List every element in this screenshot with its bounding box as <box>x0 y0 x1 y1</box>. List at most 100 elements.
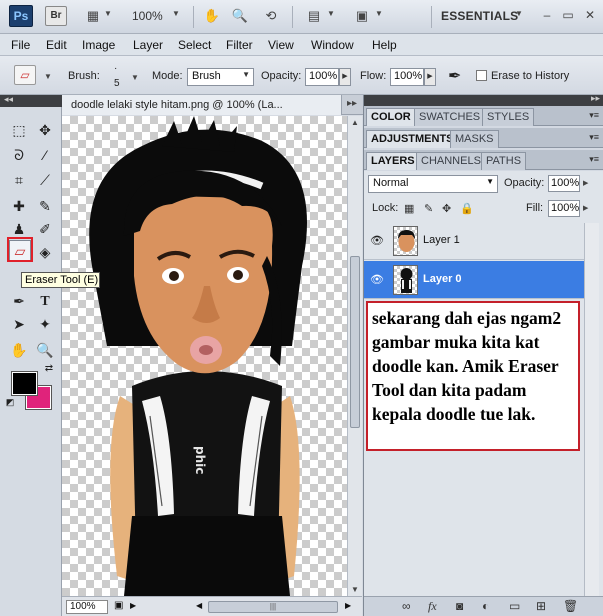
zoom-tool-icon[interactable]: 🔍 <box>34 340 56 361</box>
rotate-view-icon[interactable]: ⟲ <box>262 8 280 24</box>
expand-panels-icon[interactable]: ▸▸ <box>347 98 357 109</box>
visibility-eye-icon[interactable]: 👁 <box>370 273 384 286</box>
crop-tool-icon[interactable]: ⌗ <box>8 170 30 191</box>
mode-select[interactable]: Brush ▼ <box>187 68 254 86</box>
history-brush-tool-icon[interactable]: ✐ <box>34 219 56 240</box>
flow-field[interactable]: 100% <box>390 68 424 86</box>
layers-scrollbar[interactable] <box>584 223 599 596</box>
delete-layer-icon[interactable]: 🗑 <box>563 599 578 613</box>
menu-select[interactable]: Select <box>178 38 211 52</box>
hand-tool-icon[interactable]: ✋ <box>8 340 30 361</box>
document-tab[interactable]: doodle lelaki style hitam.png @ 100% (La… <box>62 95 342 115</box>
collapse-icon[interactable]: ▸▸ <box>591 93 600 104</box>
brush-picker-arrow[interactable]: ▼ <box>131 73 139 82</box>
arrange-documents-icon[interactable]: ▤ <box>305 8 323 24</box>
panel-menu-icon[interactable]: ▾≡ <box>589 132 599 143</box>
tab-swatches[interactable]: SWATCHES <box>414 108 486 126</box>
menu-view[interactable]: View <box>268 38 294 52</box>
lock-transparency-icon[interactable]: ▦ <box>404 202 414 215</box>
type-tool-icon[interactable]: T <box>34 291 56 312</box>
toolbox-header[interactable]: ◂◂ <box>0 94 62 107</box>
panel-dock-header[interactable]: ▸▸ <box>364 93 603 106</box>
flow-slider-arrow[interactable]: ▶ <box>424 68 436 86</box>
quick-selection-tool-icon[interactable]: ⁄ <box>34 145 56 166</box>
airbrush-icon[interactable]: ✒ <box>448 66 461 86</box>
eyedropper-tool-icon[interactable]: ⟋ <box>34 170 56 191</box>
vertical-scrollbar[interactable]: ▲ ▼ <box>347 116 362 596</box>
status-menu-arrow[interactable]: ▶ <box>130 601 136 610</box>
lock-image-icon[interactable]: ✎ <box>424 202 433 215</box>
opacity-slider-arrow[interactable]: ▶ <box>339 68 351 86</box>
collapse-icon[interactable]: ◂◂ <box>4 94 13 105</box>
spot-healing-tool-icon[interactable]: ✚ <box>8 196 30 217</box>
tab-masks[interactable]: MASKS <box>450 130 499 148</box>
scrollbar-thumb[interactable] <box>350 256 360 428</box>
maximize-button[interactable]: ▭ <box>560 7 576 23</box>
menu-help[interactable]: Help <box>372 38 397 52</box>
tab-styles[interactable]: STYLES <box>482 108 535 126</box>
foreground-color-swatch[interactable] <box>11 371 38 396</box>
lock-all-icon[interactable]: 🔒 <box>460 202 474 215</box>
tool-preset-picker[interactable]: ▱ <box>14 65 36 85</box>
default-colors-icon[interactable]: ◩ <box>5 396 15 408</box>
layer-row-selected[interactable]: 👁 Layer 0 <box>364 261 584 299</box>
erase-to-history-checkbox[interactable] <box>476 70 487 81</box>
custom-shape-tool-icon[interactable]: ✦ <box>34 314 56 335</box>
adjustment-layer-icon[interactable]: ◐ <box>482 599 489 613</box>
layer-opacity-arrow[interactable]: ▶ <box>583 175 591 192</box>
brush-tool-icon[interactable]: ✎ <box>34 196 56 217</box>
move-tool-icon[interactable]: ✥ <box>34 120 56 141</box>
chevron-down-icon[interactable]: ▼ <box>515 9 523 18</box>
add-mask-icon[interactable]: ◙ <box>456 599 463 613</box>
workspace-switcher[interactable]: ESSENTIALS <box>441 9 518 23</box>
marquee-tool-icon[interactable]: ⬚ <box>8 120 30 141</box>
document-info-icon[interactable]: ▣ <box>114 600 123 611</box>
layer-row[interactable]: 👁 Layer 1 <box>364 222 584 260</box>
zoom-field[interactable]: 100% <box>66 600 108 614</box>
lock-position-icon[interactable]: ✥ <box>442 202 451 215</box>
chevron-down-icon[interactable]: ▼ <box>172 9 180 18</box>
pen-tool-icon[interactable]: ✒ <box>8 291 30 312</box>
lasso-tool-icon[interactable]: ᘐ <box>8 145 30 166</box>
opacity-field[interactable]: 100% <box>305 68 339 86</box>
scroll-down-icon[interactable]: ▼ <box>351 585 359 594</box>
link-layers-icon[interactable]: ∞ <box>402 599 411 613</box>
panel-menu-icon[interactable]: ▾≡ <box>589 154 599 165</box>
path-selection-tool-icon[interactable]: ➤ <box>8 314 30 335</box>
fill-field[interactable]: 100% <box>548 200 580 217</box>
scroll-left-icon[interactable]: ◀ <box>196 601 202 610</box>
bridge-button[interactable]: Br <box>45 6 67 26</box>
layer-opacity-field[interactable]: 100% <box>548 175 580 192</box>
menu-window[interactable]: Window <box>311 38 354 52</box>
close-button[interactable]: ✕ <box>582 7 598 23</box>
blend-mode-select[interactable]: Normal ▼ <box>368 175 498 193</box>
layer-style-icon[interactable]: fx <box>428 599 437 614</box>
chevron-down-icon[interactable]: ▼ <box>44 72 52 81</box>
document-canvas[interactable]: phic <box>62 116 347 596</box>
screen-mode-icon[interactable]: ▣ <box>353 8 371 24</box>
panel-menu-icon[interactable]: ▾≡ <box>589 110 599 121</box>
tab-layers[interactable]: LAYERS <box>366 152 420 170</box>
swap-colors-icon[interactable]: ⇄ <box>38 363 60 375</box>
menu-filter[interactable]: Filter <box>226 38 253 52</box>
hand-icon[interactable]: ✋ <box>203 8 221 24</box>
menu-layer[interactable]: Layer <box>133 38 163 52</box>
minimize-button[interactable]: – <box>539 7 555 23</box>
menu-edit[interactable]: Edit <box>46 38 67 52</box>
visibility-eye-icon[interactable]: 👁 <box>370 234 384 247</box>
tab-channels[interactable]: CHANNELS <box>416 152 486 170</box>
new-group-icon[interactable]: ▭ <box>509 599 520 613</box>
menu-file[interactable]: File <box>11 38 30 52</box>
new-layer-icon[interactable]: ⊞ <box>536 599 546 613</box>
fill-arrow[interactable]: ▶ <box>583 200 591 217</box>
view-extras-icon[interactable]: ▦ <box>84 8 102 24</box>
scroll-right-icon[interactable]: ▶ <box>345 601 351 610</box>
horizontal-scrollbar-thumb[interactable]: ||| <box>208 601 338 613</box>
tab-color[interactable]: COLOR <box>366 108 416 126</box>
tab-adjustments[interactable]: ADJUSTMENTS <box>366 130 459 148</box>
scroll-up-icon[interactable]: ▲ <box>351 118 359 127</box>
paint-bucket-tool-icon[interactable]: ◈ <box>34 242 56 263</box>
chevron-down-icon[interactable]: ▼ <box>327 9 335 18</box>
chevron-down-icon[interactable]: ▼ <box>104 9 112 18</box>
zoom-icon[interactable]: 🔍 <box>231 8 249 24</box>
